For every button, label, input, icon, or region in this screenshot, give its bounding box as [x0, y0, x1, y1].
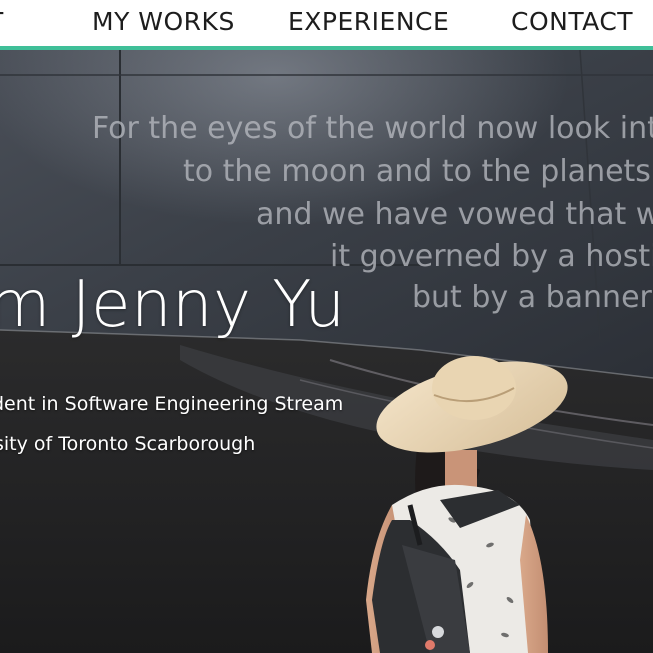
inscription-line: to the moon and to the planets b: [183, 154, 653, 189]
inscription-line: For the eyes of the world now look int: [92, 111, 653, 146]
nav-link-contact[interactable]: CONTACT: [511, 7, 633, 36]
hero-subtitle-program: dent in Software Engineering Stream: [0, 393, 344, 415]
hero-background-photo: For the eyes of the world now look int t…: [0, 50, 653, 653]
hero-section: For the eyes of the world now look int t…: [0, 50, 653, 653]
nav-link-my-works[interactable]: MY WORKS: [92, 7, 235, 36]
inscription-line: it governed by a hostil: [330, 239, 653, 274]
inscription-line: but by a banner o: [412, 280, 653, 315]
hero-title: m Jenny Yu: [0, 268, 346, 342]
nav-link-experience[interactable]: EXPERIENCE: [288, 7, 449, 36]
top-navbar: T MY WORKS EXPERIENCE CONTACT: [0, 0, 653, 50]
nav-link-about[interactable]: T: [0, 7, 4, 36]
inscription-line: and we have vowed that w: [256, 197, 653, 232]
page: T MY WORKS EXPERIENCE CONTACT: [0, 0, 653, 653]
hero-subtitle-school: sity of Toronto Scarborough: [0, 433, 256, 455]
